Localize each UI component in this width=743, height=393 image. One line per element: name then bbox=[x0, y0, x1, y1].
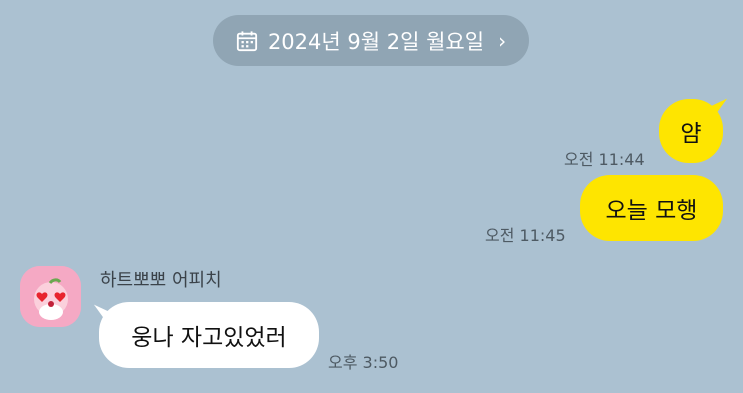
peach-character-avatar[interactable] bbox=[20, 266, 81, 327]
calendar-icon bbox=[236, 30, 258, 51]
message-timestamp: 오전 11:45 bbox=[485, 226, 566, 245]
chevron-right-icon: › bbox=[498, 28, 507, 53]
message-timestamp: 오전 11:44 bbox=[564, 150, 645, 169]
date-divider-text: 2024년 9월 2일 월요일 bbox=[267, 29, 485, 54]
message-text: 오늘 모행 bbox=[605, 198, 698, 224]
message-timestamp: 오후 3:50 bbox=[328, 353, 399, 372]
their-message-bubble[interactable]: 웅나 자고있었러 bbox=[99, 302, 319, 368]
avatar-illustration bbox=[20, 266, 81, 327]
message-text: 웅나 자고있었러 bbox=[131, 325, 287, 351]
sender-name[interactable]: 하트뽀뽀 어피치 bbox=[100, 266, 222, 292]
my-message-bubble[interactable]: 오늘 모행 bbox=[580, 175, 723, 241]
message-text: 얌 bbox=[680, 121, 702, 147]
date-divider[interactable]: 2024년 9월 2일 월요일 › bbox=[213, 15, 529, 66]
my-message-bubble[interactable]: 얌 bbox=[659, 99, 723, 163]
